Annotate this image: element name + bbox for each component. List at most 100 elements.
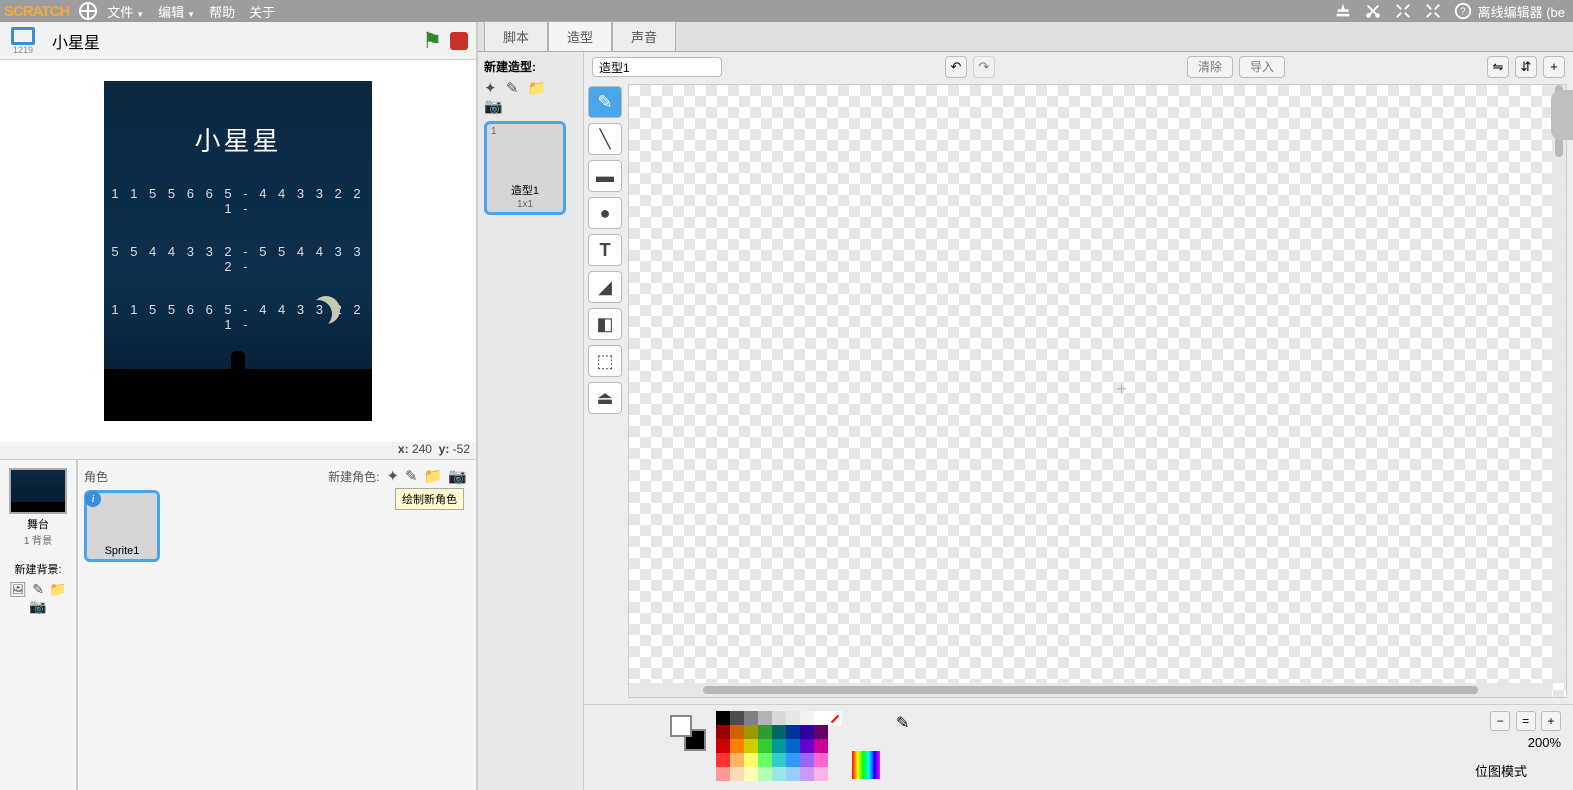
help-icon[interactable]: ?: [1454, 2, 1472, 20]
palette-color[interactable]: [772, 711, 786, 725]
tab-sounds[interactable]: 声音: [612, 21, 676, 51]
camera-sprite-icon[interactable]: 📷: [448, 467, 467, 485]
paint-costume-icon[interactable]: ✎: [506, 80, 519, 97]
camera-icon[interactable]: 📷: [29, 598, 46, 614]
stage[interactable]: 小星星 1 1 5 5 6 6 5 - 4 4 3 3 2 2 1 - 5 5 …: [0, 60, 476, 442]
tab-scripts[interactable]: 脚本: [484, 21, 548, 51]
zoom-in-icon[interactable]: +: [1541, 711, 1561, 731]
palette-none[interactable]: [828, 711, 842, 725]
palette-color[interactable]: [758, 725, 772, 739]
palette-color[interactable]: [716, 739, 730, 753]
palette-color[interactable]: [744, 767, 758, 781]
zoom-reset-icon[interactable]: =: [1516, 711, 1536, 731]
costume-thumbnail[interactable]: 1 造型1 1x1: [484, 121, 566, 215]
menu-help[interactable]: 帮助: [209, 2, 235, 21]
sprite-thumbnail[interactable]: i Sprite1: [84, 490, 160, 562]
redo-icon[interactable]: ↷: [973, 56, 995, 78]
language-icon[interactable]: [79, 2, 97, 20]
palette-color[interactable]: [730, 753, 744, 767]
grow-icon[interactable]: [1394, 2, 1412, 20]
palette-color[interactable]: [814, 739, 828, 753]
palette-color[interactable]: [758, 767, 772, 781]
palette-color[interactable]: [716, 753, 730, 767]
scissors-icon[interactable]: [1364, 2, 1382, 20]
clear-button[interactable]: 清除: [1187, 56, 1233, 78]
stamp-icon[interactable]: [1334, 2, 1352, 20]
palette-color[interactable]: [800, 711, 814, 725]
library-costume-icon[interactable]: ✦: [484, 80, 497, 97]
palette-color[interactable]: [744, 711, 758, 725]
palette-color[interactable]: [800, 739, 814, 753]
palette-color[interactable]: [744, 753, 758, 767]
upload-sprite-icon[interactable]: 📁: [424, 467, 443, 485]
palette-color[interactable]: [814, 767, 828, 781]
library-icon[interactable]: 🖼: [9, 581, 27, 597]
palette-color[interactable]: [814, 711, 828, 725]
palette-color[interactable]: [730, 767, 744, 781]
palette-color[interactable]: [786, 711, 800, 725]
palette-color[interactable]: [814, 725, 828, 739]
fill-tool-icon[interactable]: ◢: [588, 271, 622, 303]
menu-file[interactable]: 文件: [107, 2, 144, 21]
palette-color[interactable]: [772, 767, 786, 781]
sprite-info-icon[interactable]: i: [85, 491, 101, 507]
center-icon[interactable]: +: [1543, 56, 1565, 78]
gradient-picker[interactable]: [852, 751, 880, 779]
palette-color[interactable]: [786, 753, 800, 767]
palette-color[interactable]: [772, 753, 786, 767]
palette-color[interactable]: [730, 739, 744, 753]
palette-color[interactable]: [744, 725, 758, 739]
palette-color[interactable]: [814, 753, 828, 767]
palette-color[interactable]: [786, 767, 800, 781]
menu-edit[interactable]: 编辑: [158, 2, 195, 21]
v-scrollbar[interactable]: [1552, 85, 1566, 683]
palette-color[interactable]: [716, 711, 730, 725]
palette-color[interactable]: [800, 753, 814, 767]
zoom-out-icon[interactable]: −: [1490, 711, 1510, 731]
stop-icon[interactable]: [450, 32, 468, 50]
tab-costumes[interactable]: 造型: [548, 21, 612, 51]
green-flag-icon[interactable]: ⚑: [422, 28, 442, 54]
eraser-tool-icon[interactable]: ◧: [588, 308, 622, 340]
palette-color[interactable]: [730, 711, 744, 725]
palette-color[interactable]: [772, 725, 786, 739]
menu-about[interactable]: 关于: [249, 2, 275, 21]
stage-thumbnail[interactable]: [9, 468, 67, 514]
palette-color[interactable]: [800, 767, 814, 781]
costume-name-input[interactable]: [592, 57, 722, 77]
palette-color[interactable]: [800, 725, 814, 739]
help-drawer-tab[interactable]: [1551, 90, 1573, 140]
flip-v-icon[interactable]: ⇵: [1515, 56, 1537, 78]
palette-color[interactable]: [744, 739, 758, 753]
color-swatches[interactable]: [670, 715, 706, 751]
palette-color[interactable]: [758, 711, 772, 725]
palette-color[interactable]: [786, 739, 800, 753]
palette-color[interactable]: [772, 739, 786, 753]
flip-h-icon[interactable]: ⇋: [1487, 56, 1509, 78]
rect-tool-icon[interactable]: ▬: [588, 160, 622, 192]
palette-color[interactable]: [716, 767, 730, 781]
paint-sprite-icon[interactable]: ✎: [405, 467, 418, 485]
h-scrollbar[interactable]: [629, 683, 1552, 697]
text-tool-icon[interactable]: T: [588, 234, 622, 266]
ellipse-tool-icon[interactable]: ●: [588, 197, 622, 229]
palette-color[interactable]: [716, 725, 730, 739]
upload-costume-icon[interactable]: 📁: [528, 80, 547, 97]
import-button[interactable]: 导入: [1239, 56, 1285, 78]
palette-color[interactable]: [786, 725, 800, 739]
upload-icon[interactable]: 📁: [49, 581, 66, 597]
shrink-icon[interactable]: [1424, 2, 1442, 20]
brush-tool-icon[interactable]: ✎: [588, 86, 622, 118]
fullscreen-icon[interactable]: [11, 27, 35, 45]
eyedropper-icon[interactable]: ✎: [896, 713, 916, 733]
undo-icon[interactable]: ↶: [945, 56, 967, 78]
palette-color[interactable]: [730, 725, 744, 739]
stamp-tool-icon[interactable]: ⏏: [588, 382, 622, 414]
select-tool-icon[interactable]: ⬚: [588, 345, 622, 377]
line-tool-icon[interactable]: ╲: [588, 123, 622, 155]
palette-color[interactable]: [758, 753, 772, 767]
camera-costume-icon[interactable]: 📷: [484, 98, 503, 115]
palette-color[interactable]: [758, 739, 772, 753]
paint-canvas[interactable]: +: [628, 84, 1567, 698]
paint-icon[interactable]: ✎: [32, 581, 44, 597]
